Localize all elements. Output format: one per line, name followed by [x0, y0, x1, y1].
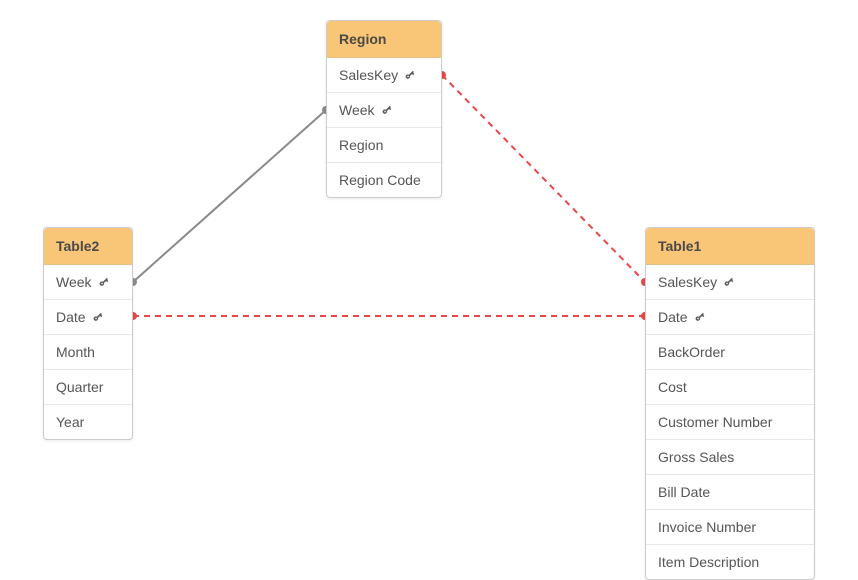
table-table2[interactable]: Table2 Week Date Month Quarter Year: [43, 227, 133, 440]
table-field[interactable]: Cost: [646, 370, 814, 405]
field-label: Date: [658, 309, 688, 325]
table-region[interactable]: Region SalesKey Week Region Region Code: [326, 20, 442, 198]
table-field[interactable]: Quarter: [44, 370, 132, 405]
table-field[interactable]: Invoice Number: [646, 510, 814, 545]
table-field[interactable]: SalesKey: [327, 58, 441, 93]
connection-line: [442, 75, 645, 282]
table-field[interactable]: SalesKey: [646, 265, 814, 300]
key-icon: [92, 311, 105, 324]
table-field[interactable]: Month: [44, 335, 132, 370]
table-field[interactable]: Item Description: [646, 545, 814, 579]
field-label: Year: [56, 414, 84, 430]
field-label: Quarter: [56, 379, 103, 395]
field-label: Region: [339, 137, 383, 153]
field-label: Week: [339, 102, 375, 118]
table-field[interactable]: Customer Number: [646, 405, 814, 440]
table-field[interactable]: Bill Date: [646, 475, 814, 510]
field-label: Customer Number: [658, 414, 772, 430]
key-icon: [381, 104, 394, 117]
key-icon: [404, 69, 417, 82]
table-header[interactable]: Region: [327, 21, 441, 58]
erd-canvas: Region SalesKey Week Region Region Code …: [0, 0, 858, 535]
table-field[interactable]: Week: [44, 265, 132, 300]
field-label: Invoice Number: [658, 519, 756, 535]
table-field[interactable]: Week: [327, 93, 441, 128]
table-field[interactable]: BackOrder: [646, 335, 814, 370]
field-label: BackOrder: [658, 344, 725, 360]
field-label: Cost: [658, 379, 687, 395]
table-field[interactable]: Date: [44, 300, 132, 335]
field-label: Region Code: [339, 172, 421, 188]
table-field[interactable]: Date: [646, 300, 814, 335]
field-label: Gross Sales: [658, 449, 734, 465]
field-label: SalesKey: [658, 274, 717, 290]
field-label: Month: [56, 344, 95, 360]
key-icon: [723, 276, 736, 289]
table-header[interactable]: Table1: [646, 228, 814, 265]
table-field[interactable]: Year: [44, 405, 132, 439]
table-header[interactable]: Table2: [44, 228, 132, 265]
field-label: Bill Date: [658, 484, 710, 500]
key-icon: [98, 276, 111, 289]
key-icon: [694, 311, 707, 324]
field-label: Date: [56, 309, 86, 325]
field-label: Item Description: [658, 554, 759, 570]
field-label: SalesKey: [339, 67, 398, 83]
table-field[interactable]: Region Code: [327, 163, 441, 197]
connection-line: [133, 110, 326, 282]
table-field[interactable]: Region: [327, 128, 441, 163]
table-field[interactable]: Gross Sales: [646, 440, 814, 475]
table-table1[interactable]: Table1 SalesKey Date BackOrder Cost Cust…: [645, 227, 815, 580]
field-label: Week: [56, 274, 92, 290]
